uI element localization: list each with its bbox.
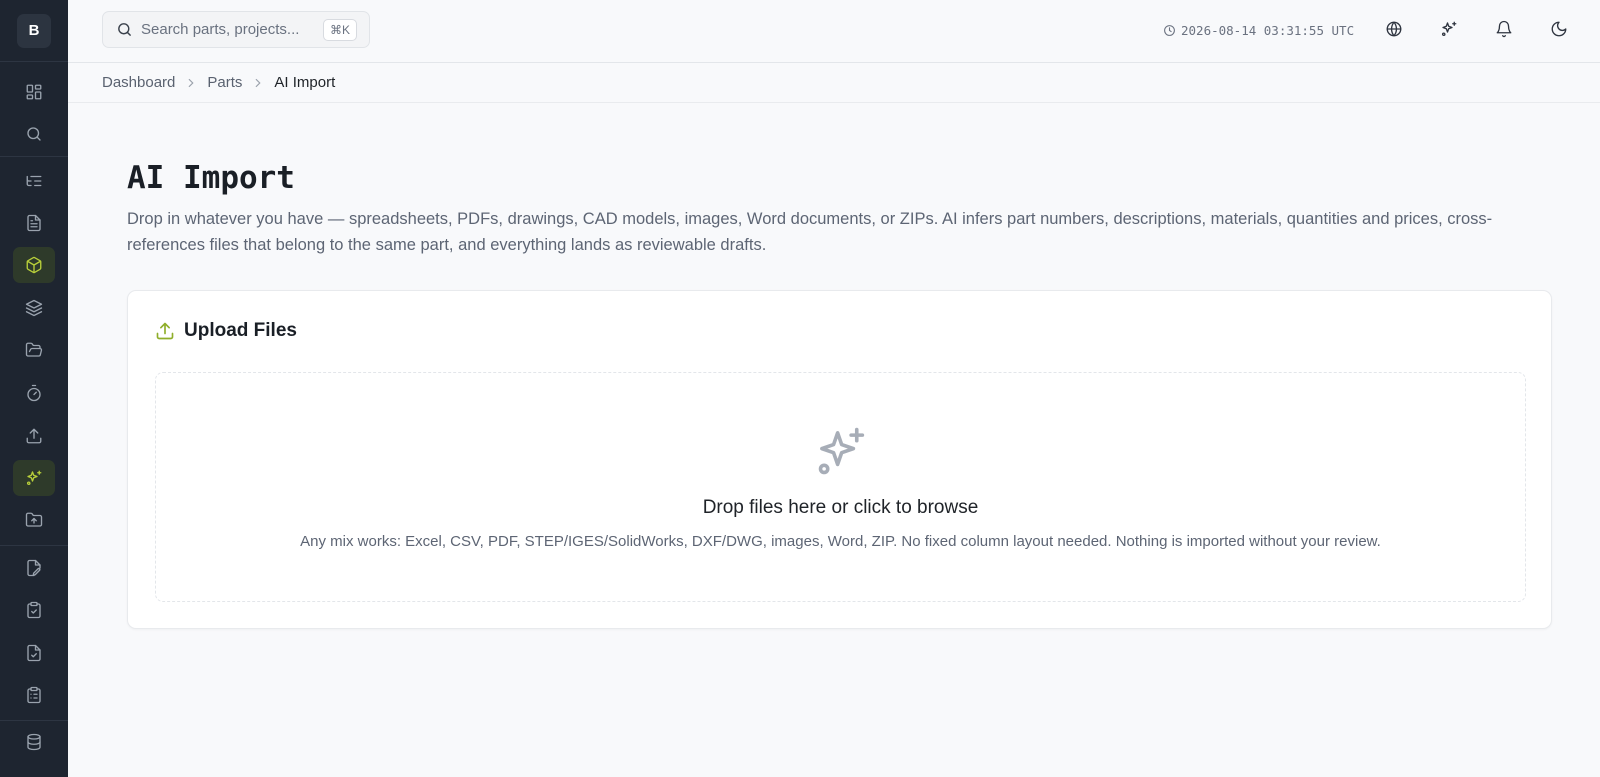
file-check-icon: [27, 644, 41, 662]
chevron-right-icon: [184, 76, 198, 90]
breadcrumb: Dashboard Parts AI Import: [68, 63, 1600, 103]
clipboard-list-icon: [27, 686, 41, 704]
language-button[interactable]: [1383, 18, 1405, 40]
utc-clock: 2026-08-14 03:31:55 UTC: [1163, 20, 1354, 40]
cube-icon: [26, 256, 42, 274]
sidebar-item-clipboard-list[interactable]: [13, 677, 55, 713]
layers-icon: [25, 299, 43, 317]
upload-icon: [156, 322, 174, 340]
upload-card-header: Upload Files: [155, 320, 297, 342]
notifications-button[interactable]: [1493, 18, 1515, 40]
globe-icon: [1386, 21, 1402, 37]
clock-text: 2026-08-14 03:31:55 UTC: [1181, 22, 1355, 38]
sidebar-item-folder-upload[interactable]: [13, 502, 55, 538]
chevron-right-icon: [251, 76, 265, 90]
file-pen-icon: [27, 559, 41, 577]
folder-open-icon: [25, 342, 43, 357]
timer-icon: [27, 384, 41, 402]
sidebar-item-ai-import[interactable]: [13, 460, 55, 496]
sidebar-item-file-check[interactable]: [13, 635, 55, 671]
sidebar-divider: [0, 156, 68, 157]
sparkles-icon: [1441, 21, 1457, 37]
sidebar-item-tree[interactable]: [13, 163, 55, 199]
file-text-icon: [27, 214, 41, 232]
upload-card: Upload Files Drop files here or click to…: [127, 290, 1552, 629]
sidebar-item-drawings[interactable]: [13, 550, 55, 586]
sidebar-item-search[interactable]: [13, 116, 55, 152]
sparkles-icon: [818, 427, 865, 475]
file-dropzone[interactable]: Drop files here or click to browse Any m…: [155, 372, 1526, 602]
folder-up-icon: [25, 512, 43, 527]
theme-toggle-button[interactable]: [1548, 18, 1570, 40]
grid-icon: [26, 84, 42, 100]
breadcrumb-current: AI Import: [274, 74, 336, 91]
sidebar-item-database[interactable]: [13, 724, 55, 760]
sidebar-item-layers[interactable]: [13, 290, 55, 326]
logo-wrap: B: [0, 0, 68, 62]
sidebar: B: [0, 0, 68, 777]
dropzone-title: Drop files here or click to browse: [702, 497, 979, 518]
breadcrumb-dashboard[interactable]: Dashboard: [102, 74, 175, 91]
search-box[interactable]: ⌘K: [102, 11, 370, 48]
moon-icon: [1551, 21, 1567, 37]
sidebar-item-parts[interactable]: [13, 247, 55, 283]
search-icon: [27, 127, 41, 141]
breadcrumb-parts[interactable]: Parts: [207, 74, 242, 91]
sidebar-item-dashboard[interactable]: [13, 74, 55, 110]
sidebar-divider: [0, 545, 68, 546]
sidebar-item-upload[interactable]: [13, 418, 55, 454]
search-shortcut-badge: ⌘K: [322, 19, 357, 41]
dropzone-hint: Any mix works: Excel, CSV, PDF, STEP/IGE…: [300, 533, 1381, 550]
page-title: AI Import: [127, 160, 295, 196]
sidebar-item-documents[interactable]: [13, 205, 55, 241]
clipboard-icon: [27, 601, 41, 619]
sparkles-icon: [26, 470, 42, 486]
ai-assistant-button[interactable]: [1438, 18, 1460, 40]
search-input[interactable]: [141, 21, 321, 38]
sidebar-item-folders[interactable]: [13, 332, 55, 368]
search-icon: [118, 23, 131, 36]
list-tree-icon: [26, 175, 42, 187]
app-logo[interactable]: B: [17, 13, 51, 48]
sidebar-item-clipboard[interactable]: [13, 592, 55, 628]
database-icon: [27, 733, 41, 751]
bell-icon: [1496, 20, 1512, 38]
sidebar-item-timer[interactable]: [13, 375, 55, 411]
upload-icon: [26, 428, 42, 444]
sidebar-divider: [0, 720, 68, 721]
page-description: Drop in whatever you have — spreadsheets…: [127, 210, 1493, 254]
clock-icon: [1164, 24, 1175, 36]
upload-card-title: Upload Files: [184, 320, 297, 341]
topbar: ⌘K 2026-08-14 03:31:55 UTC: [68, 0, 1600, 63]
